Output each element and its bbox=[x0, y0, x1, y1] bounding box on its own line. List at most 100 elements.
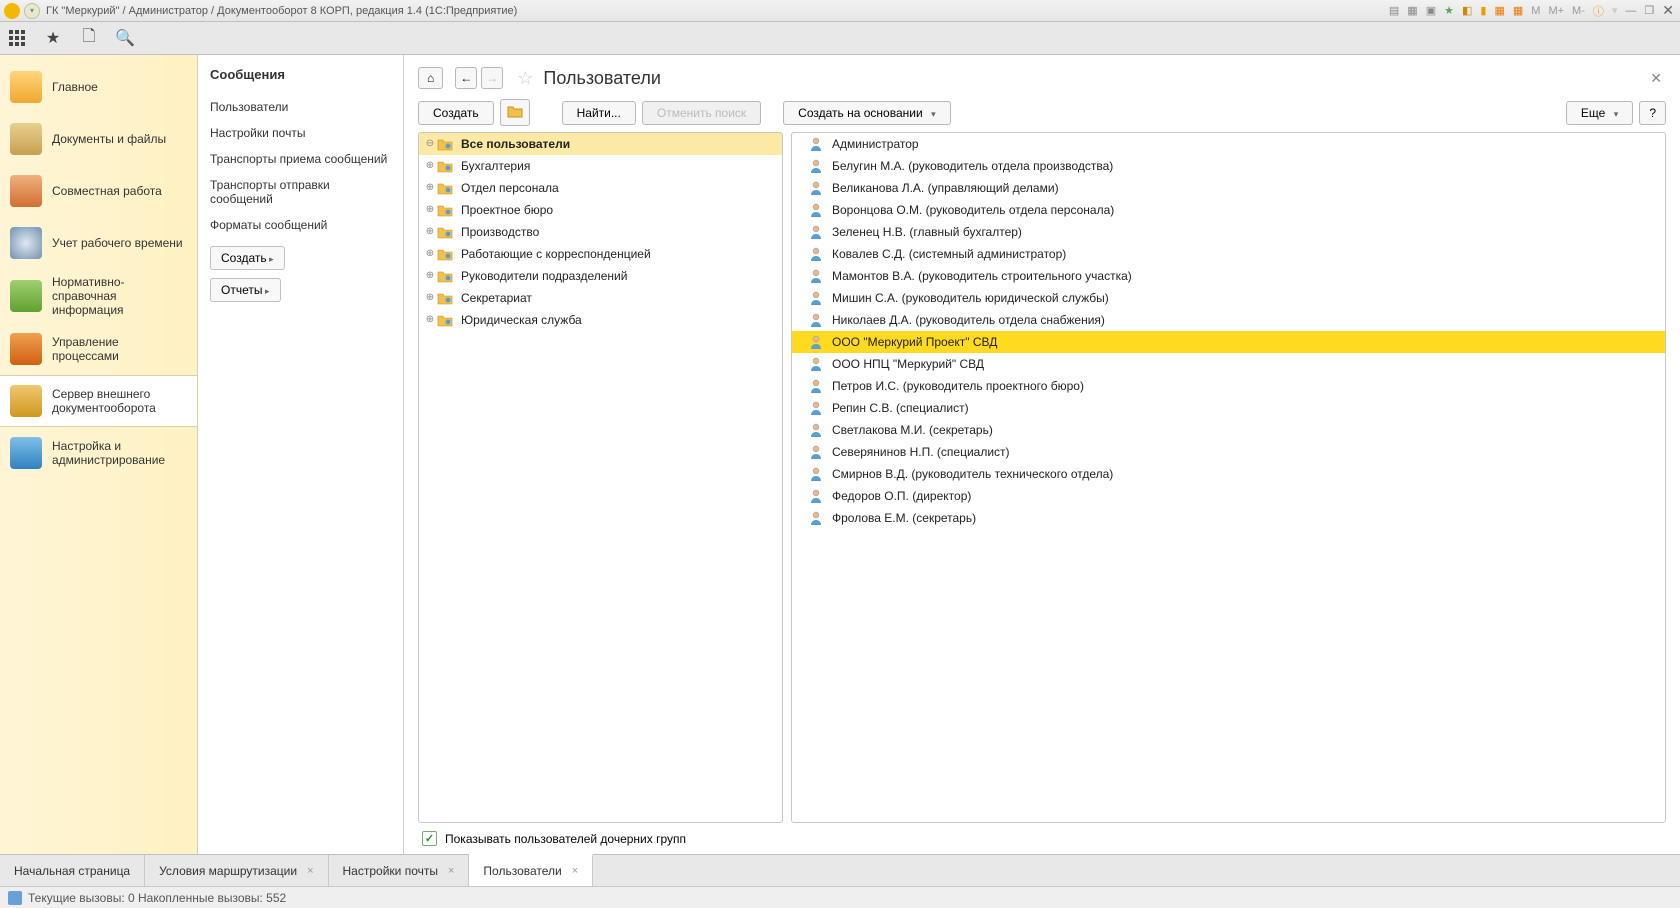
expand-icon[interactable]: ⊖ bbox=[425, 138, 435, 149]
tab-close-icon[interactable]: × bbox=[448, 865, 454, 877]
home-button[interactable]: ⌂ bbox=[418, 67, 443, 89]
clipboard-icon[interactable]: 🗋 bbox=[80, 29, 98, 47]
expand-icon[interactable]: ⊕ bbox=[425, 292, 435, 303]
more-button[interactable]: Еще bbox=[1566, 101, 1633, 125]
expand-icon[interactable]: ⊕ bbox=[425, 270, 435, 281]
expand-icon[interactable]: ⊕ bbox=[425, 182, 435, 193]
group-row[interactable]: ⊖Все пользователи bbox=[419, 133, 782, 155]
user-row[interactable]: Белугин М.А. (руководитель отдела произв… bbox=[792, 155, 1665, 177]
info-icon[interactable]: ⓘ bbox=[1591, 3, 1606, 19]
user-label: Николаев Д.А. (руководитель отдела снабж… bbox=[832, 313, 1105, 327]
window-tab[interactable]: Начальная страница bbox=[0, 855, 145, 886]
group-row[interactable]: ⊕Секретариат bbox=[419, 287, 782, 309]
user-row[interactable]: Мамонтов В.А. (руководитель строительног… bbox=[792, 265, 1665, 287]
window-tab[interactable]: Пользователи× bbox=[469, 854, 593, 886]
groups-pane[interactable]: ⊖Все пользователи⊕Бухгалтерия⊕Отдел перс… bbox=[418, 132, 783, 823]
toolbar-icon[interactable]: ▣ bbox=[1424, 4, 1438, 17]
toolbar-icon[interactable]: ▤ bbox=[1387, 4, 1401, 17]
user-label: Фролова Е.М. (секретарь) bbox=[832, 511, 976, 525]
group-row[interactable]: ⊕Отдел персонала bbox=[419, 177, 782, 199]
star-icon[interactable]: ★ bbox=[44, 29, 62, 47]
user-row[interactable]: Смирнов В.Д. (руководитель технического … bbox=[792, 463, 1665, 485]
subnav-reports-button[interactable]: Отчеты bbox=[210, 278, 281, 302]
users-pane[interactable]: Администратор Белугин М.А. (руководитель … bbox=[791, 132, 1666, 823]
create-based-button[interactable]: Создать на основании bbox=[783, 101, 951, 125]
expand-icon[interactable]: ⊕ bbox=[425, 204, 435, 215]
user-label: Ковалев С.Д. (системный администратор) bbox=[832, 247, 1066, 261]
expand-icon[interactable]: ⊕ bbox=[425, 314, 435, 325]
nav-item[interactable]: Главное bbox=[0, 61, 197, 113]
memory-mplus-button[interactable]: M+ bbox=[1546, 5, 1566, 17]
group-row[interactable]: ⊕Проектное бюро bbox=[419, 199, 782, 221]
calculator-icon[interactable]: ▦ bbox=[1492, 4, 1506, 17]
group-row[interactable]: ⊕Производство bbox=[419, 221, 782, 243]
folder-icon bbox=[437, 246, 453, 262]
nav-item[interactable]: Настройка и администрирование bbox=[0, 427, 197, 479]
user-row[interactable]: Ковалев С.Д. (системный администратор) bbox=[792, 243, 1665, 265]
tab-close-icon[interactable]: × bbox=[572, 865, 578, 877]
checkbox-checked-icon[interactable]: ✓ bbox=[422, 831, 437, 846]
nav-item[interactable]: Учет рабочего времени bbox=[0, 217, 197, 269]
user-row[interactable]: Северянинов Н.П. (специалист) bbox=[792, 441, 1665, 463]
subnav-link[interactable]: Транспорты отправки сообщений bbox=[210, 172, 391, 212]
favorite-star-icon[interactable]: ☆ bbox=[517, 68, 533, 89]
nav-item[interactable]: Управление процессами bbox=[0, 323, 197, 375]
user-row[interactable]: Репин С.В. (специалист) bbox=[792, 397, 1665, 419]
toolbar-icon[interactable]: ▦ bbox=[1405, 4, 1419, 17]
folder-icon bbox=[437, 136, 453, 152]
find-button[interactable]: Найти... bbox=[562, 101, 636, 125]
subnav-link[interactable]: Настройки почты bbox=[210, 120, 391, 146]
dropdown-arrow-icon[interactable]: ▾ bbox=[24, 3, 40, 19]
user-row[interactable]: ООО "Меркурий Проект" СВД bbox=[792, 331, 1665, 353]
user-row[interactable]: Мишин С.А. (руководитель юридической слу… bbox=[792, 287, 1665, 309]
nav-item[interactable]: Нормативно-справочная информация bbox=[0, 269, 197, 323]
page-close-button[interactable]: ✕ bbox=[1646, 70, 1666, 87]
window-tab[interactable]: Настройки почты× bbox=[329, 855, 470, 886]
help-button[interactable]: ? bbox=[1639, 101, 1666, 125]
user-row[interactable]: Зеленец Н.В. (главный бухгалтер) bbox=[792, 221, 1665, 243]
close-button[interactable]: ✕ bbox=[1660, 2, 1676, 19]
user-label: Белугин М.А. (руководитель отдела произв… bbox=[832, 159, 1113, 173]
apps-icon[interactable] bbox=[8, 29, 26, 47]
expand-icon[interactable]: ⊕ bbox=[425, 248, 435, 259]
user-row[interactable]: Великанова Л.А. (управляющий делами) bbox=[792, 177, 1665, 199]
expand-icon[interactable]: ⊕ bbox=[425, 160, 435, 171]
user-row[interactable]: Федоров О.П. (директор) bbox=[792, 485, 1665, 507]
user-icon bbox=[810, 335, 824, 349]
window-tab[interactable]: Условия маршрутизации× bbox=[145, 855, 328, 886]
subnav-link[interactable]: Форматы сообщений bbox=[210, 212, 391, 238]
minimize-button[interactable]: — bbox=[1623, 5, 1638, 17]
user-row[interactable]: ООО НПЦ "Меркурий" СВД bbox=[792, 353, 1665, 375]
maximize-button[interactable]: ❐ bbox=[1642, 4, 1656, 17]
expand-icon[interactable]: ⊕ bbox=[425, 226, 435, 237]
create-button[interactable]: Создать bbox=[418, 101, 494, 125]
show-children-checkbox-row[interactable]: ✓ Показывать пользователей дочерних груп… bbox=[418, 823, 1666, 846]
memory-m-button[interactable]: M bbox=[1529, 5, 1542, 17]
user-row[interactable]: Светлакова М.И. (секретарь) bbox=[792, 419, 1665, 441]
nav-label: Документы и файлы bbox=[52, 132, 166, 146]
subnav-link[interactable]: Пользователи bbox=[210, 94, 391, 120]
nav-item[interactable]: Совместная работа bbox=[0, 165, 197, 217]
subnav-link[interactable]: Транспорты приема сообщений bbox=[210, 146, 391, 172]
group-row[interactable]: ⊕Работающие с корреспонденцией bbox=[419, 243, 782, 265]
favorite-icon[interactable]: ★ bbox=[1442, 4, 1456, 17]
user-row[interactable]: Фролова Е.М. (секретарь) bbox=[792, 507, 1665, 529]
toolbar-icon[interactable]: ▮ bbox=[1478, 4, 1488, 17]
group-row[interactable]: ⊕Юридическая служба bbox=[419, 309, 782, 331]
nav-item[interactable]: Сервер внешнего документооборота bbox=[0, 375, 197, 427]
tab-close-icon[interactable]: × bbox=[307, 865, 313, 877]
calendar-icon[interactable]: ▦ bbox=[1511, 4, 1525, 17]
back-button[interactable]: ← bbox=[455, 67, 477, 89]
toolbar-icon[interactable]: ◧ bbox=[1460, 4, 1474, 17]
user-row[interactable]: Петров И.С. (руководитель проектного бюр… bbox=[792, 375, 1665, 397]
user-row[interactable]: Николаев Д.А. (руководитель отдела снабж… bbox=[792, 309, 1665, 331]
user-row[interactable]: Администратор bbox=[792, 133, 1665, 155]
group-row[interactable]: ⊕Руководители подразделений bbox=[419, 265, 782, 287]
subnav-create-button[interactable]: Создать bbox=[210, 246, 285, 270]
memory-mminus-button[interactable]: M- bbox=[1570, 5, 1587, 17]
search-icon[interactable]: 🔍 bbox=[116, 29, 134, 47]
user-row[interactable]: Воронцова О.М. (руководитель отдела перс… bbox=[792, 199, 1665, 221]
create-folder-button[interactable] bbox=[500, 99, 530, 126]
group-row[interactable]: ⊕Бухгалтерия bbox=[419, 155, 782, 177]
nav-item[interactable]: Документы и файлы bbox=[0, 113, 197, 165]
